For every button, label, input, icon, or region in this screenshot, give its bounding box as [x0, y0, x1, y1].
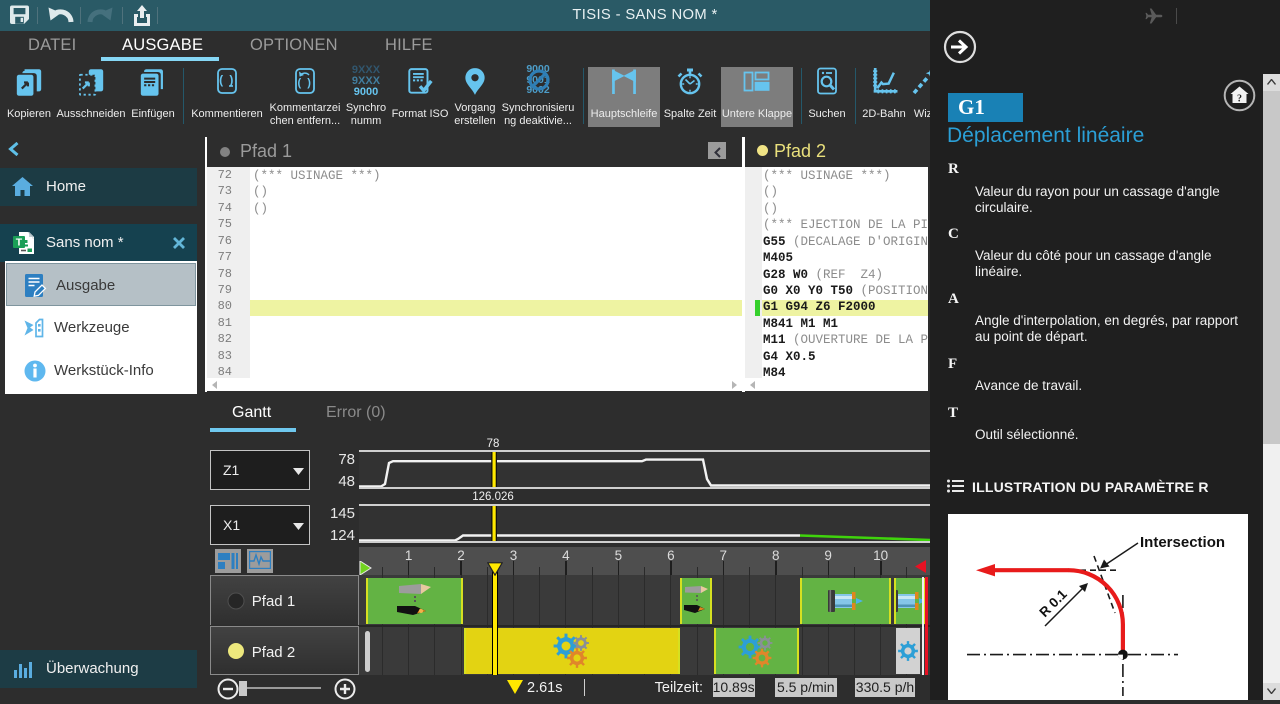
svg-text:T: T — [16, 237, 23, 249]
svg-text:( ): ( ) — [298, 77, 313, 89]
svg-text:?: ? — [1237, 94, 1242, 105]
svg-text:R 0.1: R 0.1 — [1036, 586, 1070, 620]
svg-text:( ): ( ) — [219, 73, 235, 87]
svg-text:Intersection: Intersection — [1140, 534, 1225, 551]
